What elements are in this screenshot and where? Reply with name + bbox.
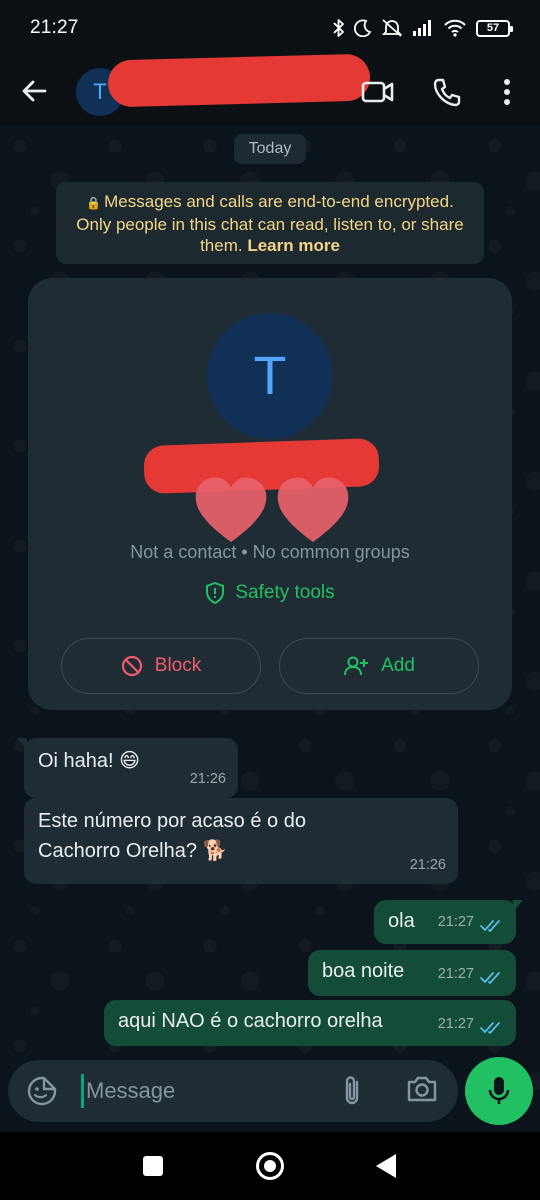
bluetooth-icon bbox=[333, 18, 345, 38]
do-not-disturb-moon-icon bbox=[354, 19, 372, 37]
shield-icon bbox=[206, 582, 225, 604]
message-text: aqui NAO é o cachorro orelha bbox=[118, 1010, 383, 1032]
redaction-mark bbox=[107, 53, 371, 108]
video-call-icon bbox=[361, 81, 394, 103]
message-text: Oi haha! 😄 bbox=[38, 750, 141, 772]
microphone-icon bbox=[488, 1077, 510, 1104]
outgoing-message[interactable]: boa noite 21:27 bbox=[308, 950, 516, 996]
attach-button[interactable] bbox=[339, 1074, 371, 1108]
message-time: 21:26 bbox=[189, 771, 226, 787]
incoming-message[interactable]: Oi haha! 😄 21:26 bbox=[17, 738, 238, 798]
block-icon bbox=[121, 655, 142, 677]
wifi-icon bbox=[443, 19, 467, 37]
chat-area[interactable]: Today 🔒 Messages and calls are end-to-end… bbox=[0, 126, 540, 1132]
whatsapp-chat-screen: 21:27 57 T Today 🔒 Messages and calls ar… bbox=[0, 0, 540, 1200]
text-caret bbox=[81, 1074, 84, 1108]
camera-icon bbox=[407, 1076, 437, 1102]
message-time: 21:27 bbox=[437, 966, 474, 982]
add-person-icon bbox=[344, 656, 369, 676]
more-options-button[interactable] bbox=[488, 73, 526, 111]
add-label: Add bbox=[381, 655, 415, 676]
message-text: boa noite bbox=[322, 960, 405, 982]
battery-icon: 57 bbox=[476, 19, 513, 37]
outgoing-message[interactable]: aqui NAO é o cachorro orelha 21:27 bbox=[104, 1000, 516, 1046]
status-time: 21:27 bbox=[30, 17, 79, 38]
contact-info-card: T Not a contact • No common groups Safet… bbox=[28, 278, 512, 710]
paperclip-icon bbox=[345, 1076, 359, 1105]
arrow-left-icon bbox=[22, 80, 47, 102]
muted-bell-icon bbox=[381, 18, 403, 38]
safety-tools-label: Safety tools bbox=[235, 582, 335, 603]
read-receipt-icon bbox=[480, 972, 500, 984]
more-options-icon bbox=[504, 79, 510, 105]
recent-apps-button[interactable] bbox=[143, 1156, 163, 1176]
heart-sticker-icon bbox=[277, 477, 349, 543]
encryption-notice[interactable]: 🔒 Messages and calls are end-to-end encry… bbox=[56, 182, 484, 264]
message-composer bbox=[8, 1060, 458, 1122]
safety-tools-button[interactable]: Safety tools bbox=[28, 582, 512, 604]
status-bar: 21:27 57 bbox=[0, 0, 540, 56]
voice-call-button[interactable] bbox=[428, 73, 466, 111]
block-label: Block bbox=[154, 655, 202, 676]
signal-icon bbox=[412, 19, 434, 37]
system-navigation-bar bbox=[0, 1132, 540, 1200]
sticker-smile-icon bbox=[27, 1076, 57, 1106]
system-back-button[interactable] bbox=[376, 1154, 396, 1178]
video-call-button[interactable] bbox=[359, 73, 397, 111]
emoji-sticker-button[interactable] bbox=[26, 1075, 58, 1107]
message-time: 21:27 bbox=[437, 1016, 474, 1032]
message-text: Este número por acaso é o do Cachorro Or… bbox=[38, 810, 306, 862]
contact-meta: Not a contact • No common groups bbox=[130, 542, 410, 562]
message-time: 21:26 bbox=[409, 857, 446, 873]
incoming-message[interactable]: Este número por acaso é o do Cachorro Or… bbox=[24, 798, 458, 884]
camera-button[interactable] bbox=[406, 1075, 440, 1107]
lock-icon: 🔒 bbox=[86, 196, 102, 210]
chat-header: T bbox=[0, 53, 540, 126]
read-receipt-icon bbox=[480, 920, 500, 932]
block-button[interactable]: Block bbox=[61, 638, 261, 694]
profile-avatar[interactable]: T bbox=[207, 313, 333, 439]
heart-sticker-icon bbox=[195, 477, 267, 543]
outgoing-message[interactable]: ola 21:27 bbox=[374, 900, 523, 944]
voice-message-button[interactable] bbox=[465, 1057, 533, 1125]
status-icons: 57 bbox=[333, 18, 513, 38]
message-input[interactable] bbox=[86, 1072, 326, 1110]
add-contact-button[interactable]: Add bbox=[279, 638, 479, 694]
date-chip: Today bbox=[234, 134, 306, 164]
message-time: 21:27 bbox=[437, 914, 474, 930]
message-text: ola bbox=[388, 910, 415, 932]
back-button[interactable] bbox=[16, 73, 52, 109]
learn-more-link[interactable]: Learn more bbox=[247, 236, 340, 255]
home-button[interactable] bbox=[256, 1152, 284, 1180]
voice-call-icon bbox=[433, 78, 461, 107]
read-receipt-icon bbox=[480, 1022, 500, 1034]
